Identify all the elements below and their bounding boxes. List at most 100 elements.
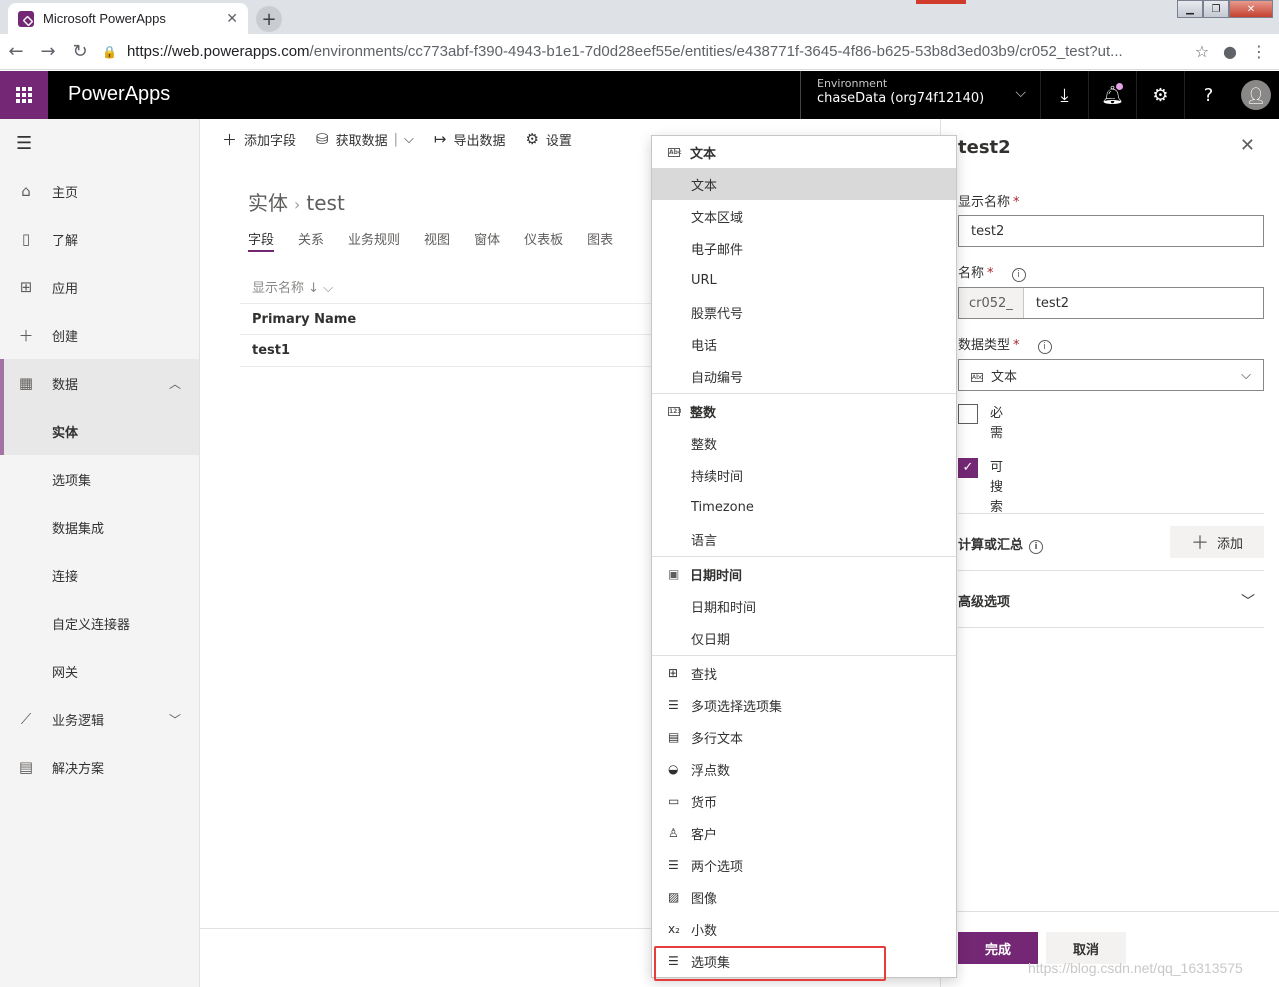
nav-item-gateways[interactable]: 网关 bbox=[0, 647, 199, 695]
new-tab-button[interactable]: + bbox=[256, 6, 282, 32]
nav-item-entities[interactable]: 实体 bbox=[0, 407, 199, 455]
nav-item-create[interactable]: ＋ 创建 bbox=[0, 311, 199, 359]
menu-item-language[interactable]: 语言 bbox=[652, 523, 956, 555]
nav-item-data[interactable]: ▦ 数据 ︿ bbox=[0, 359, 199, 407]
hamburger-menu-icon[interactable]: ☰ bbox=[0, 119, 199, 167]
chevron-down-icon[interactable]: ﹀ bbox=[1241, 591, 1255, 611]
taskbar-indicator bbox=[916, 0, 966, 4]
menu-item-image[interactable]: ▨ 图像 bbox=[652, 881, 956, 913]
nav-item-learn[interactable]: ▯ 了解 bbox=[0, 215, 199, 263]
menu-item-lookup[interactable]: ⊞ 查找 bbox=[652, 657, 956, 689]
menu-item-autonumber[interactable]: 自动编号 bbox=[652, 360, 956, 392]
profile-icon[interactable]: ● bbox=[1223, 42, 1237, 61]
browser-menu-icon[interactable]: ⋮ bbox=[1251, 42, 1267, 61]
tab-views[interactable]: 视图 bbox=[424, 229, 450, 252]
table-row[interactable]: test1 bbox=[240, 335, 660, 367]
chevron-down-icon[interactable]: ⌵ bbox=[404, 132, 414, 147]
table-row[interactable]: Primary Name bbox=[240, 303, 660, 335]
nav-item-apps[interactable]: ⊞ 应用 bbox=[0, 263, 199, 311]
menu-item-wholenumber[interactable]: 整数 bbox=[652, 427, 956, 459]
menu-item-two-options[interactable]: ☰ 两个选项 bbox=[652, 849, 956, 881]
tab-business-rules[interactable]: 业务规则 bbox=[348, 229, 400, 252]
column-header-display-name[interactable]: 显示名称 ↓ ⌵ bbox=[252, 277, 333, 296]
url-field[interactable]: 🔒 https://web.powerapps.com/environments… bbox=[102, 38, 1189, 66]
settings-button[interactable]: ⚙ 设置 bbox=[525, 130, 571, 149]
required-checkbox[interactable] bbox=[958, 404, 978, 424]
app-launcher-button[interactable] bbox=[0, 71, 48, 119]
flow-icon: ⟋ bbox=[20, 710, 32, 728]
nav-item-solutions[interactable]: ▤ 解决方案 bbox=[0, 743, 199, 791]
info-icon[interactable]: i bbox=[1011, 268, 1026, 282]
menu-item-dateonly[interactable]: 仅日期 bbox=[652, 622, 956, 654]
menu-item-float[interactable]: ◒ 浮点数 bbox=[652, 753, 956, 785]
nav-item-data-integration[interactable]: 数据集成 bbox=[0, 503, 199, 551]
forward-icon[interactable]: → bbox=[32, 41, 64, 62]
nav-item-home[interactable]: ⌂ 主页 bbox=[0, 167, 199, 215]
watermark: https://blog.csdn.net/qq_16313575 bbox=[1028, 960, 1243, 976]
done-button[interactable]: 完成 bbox=[958, 932, 1038, 964]
datatype-dropdown[interactable]: Abc 文本 ⌵ bbox=[958, 359, 1264, 391]
window-close-icon[interactable]: ✕ bbox=[1229, 0, 1273, 18]
add-calc-button[interactable]: ＋ 添加 bbox=[1170, 526, 1264, 558]
nav-item-custom-connectors[interactable]: 自定义连接器 bbox=[0, 599, 199, 647]
restore-icon[interactable]: ❐ bbox=[1203, 0, 1229, 18]
menu-item-phone[interactable]: 电话 bbox=[652, 328, 956, 360]
menu-item-text[interactable]: 文本 bbox=[652, 168, 956, 200]
get-data-button[interactable]: ⛁ 获取数据 | ⌵ bbox=[316, 130, 414, 149]
menu-item-datetime[interactable]: 日期和时间 bbox=[652, 590, 956, 622]
reload-icon[interactable]: ↻ bbox=[64, 41, 96, 62]
back-icon[interactable]: ← bbox=[0, 41, 32, 62]
environment-picker[interactable]: Environment chaseData (org74f12140) ⌵ bbox=[800, 71, 1040, 119]
menu-item-email[interactable]: 电子邮件 bbox=[652, 232, 956, 264]
menu-item-multiselect-optionset[interactable]: ☰ 多项选择选项集 bbox=[652, 689, 956, 721]
decimal-icon: x₂ bbox=[668, 922, 680, 936]
lookup-icon: ⊞ bbox=[668, 666, 679, 680]
nav-item-connections[interactable]: 连接 bbox=[0, 551, 199, 599]
download-icon[interactable]: ⤓ bbox=[1040, 71, 1088, 119]
searchable-checkbox[interactable]: ✓ bbox=[958, 458, 978, 478]
menu-item-multiline-text[interactable]: ▤ 多行文本 bbox=[652, 721, 956, 753]
calendar-icon: ▣ bbox=[668, 567, 680, 581]
divider bbox=[958, 627, 1264, 628]
info-icon[interactable]: i bbox=[1037, 340, 1052, 354]
display-name-field[interactable]: test2 bbox=[958, 215, 1264, 247]
tab-dashboards[interactable]: 仪表板 bbox=[524, 229, 563, 252]
required-label: 必需 bbox=[990, 406, 1004, 441]
tab-fields[interactable]: 字段 bbox=[248, 229, 275, 252]
divider bbox=[941, 911, 1279, 912]
menu-item-timezone[interactable]: Timezone bbox=[652, 491, 956, 523]
tab-relationships[interactable]: 关系 bbox=[298, 229, 324, 252]
help-icon[interactable]: ? bbox=[1184, 71, 1232, 119]
bookmark-star-icon[interactable]: ☆ bbox=[1195, 42, 1209, 61]
notification-bell-icon[interactable]: 🔔︎ bbox=[1088, 71, 1136, 119]
menu-item-customer[interactable]: ♙ 客户 bbox=[652, 817, 956, 849]
info-icon[interactable]: i bbox=[1029, 540, 1044, 554]
nav-item-business-logic[interactable]: ⟋ 业务逻辑 ﹀ bbox=[0, 695, 199, 743]
browser-tab[interactable]: Microsoft PowerApps ✕ bbox=[8, 3, 248, 34]
nav-item-optionsets[interactable]: 选项集 bbox=[0, 455, 199, 503]
export-data-button[interactable]: ↦ 导出数据 bbox=[434, 130, 506, 149]
avatar[interactable]: 👤︎ bbox=[1241, 80, 1271, 110]
menu-item-ticker[interactable]: 股票代号 bbox=[652, 296, 956, 328]
menu-item-url[interactable]: URL bbox=[652, 264, 956, 296]
add-label: 添加 bbox=[1216, 536, 1243, 552]
menu-item-textarea[interactable]: 文本区域 bbox=[652, 200, 956, 232]
tab-charts[interactable]: 图表 bbox=[587, 229, 613, 252]
settings-gear-icon[interactable]: ⚙ bbox=[1136, 71, 1184, 119]
display-name-label: 显示名称 * bbox=[958, 191, 1020, 210]
menu-item-duration[interactable]: 持续时间 bbox=[652, 459, 956, 491]
name-field[interactable]: cr052_ test2 bbox=[958, 287, 1264, 319]
advanced-options-toggle[interactable]: 高级选项 bbox=[958, 591, 1010, 610]
solution-icon: ▤ bbox=[18, 758, 34, 776]
add-field-button[interactable]: ＋ 添加字段 bbox=[222, 129, 296, 150]
menu-item-decimal[interactable]: x₂ 小数 bbox=[652, 913, 956, 945]
close-icon[interactable]: ✕ bbox=[1240, 135, 1255, 156]
menu-item-currency[interactable]: ▭ 货币 bbox=[652, 785, 956, 817]
breadcrumb-entities[interactable]: 实体 bbox=[248, 191, 288, 215]
tab-forms[interactable]: 窗体 bbox=[474, 229, 500, 252]
minimize-icon[interactable]: ▁ bbox=[1177, 0, 1203, 18]
nav-label: 选项集 bbox=[52, 473, 92, 489]
menu-item-label: 查找 bbox=[691, 667, 718, 683]
menu-group-label: 日期时间 bbox=[690, 568, 743, 584]
close-tab-icon[interactable]: ✕ bbox=[226, 11, 238, 27]
